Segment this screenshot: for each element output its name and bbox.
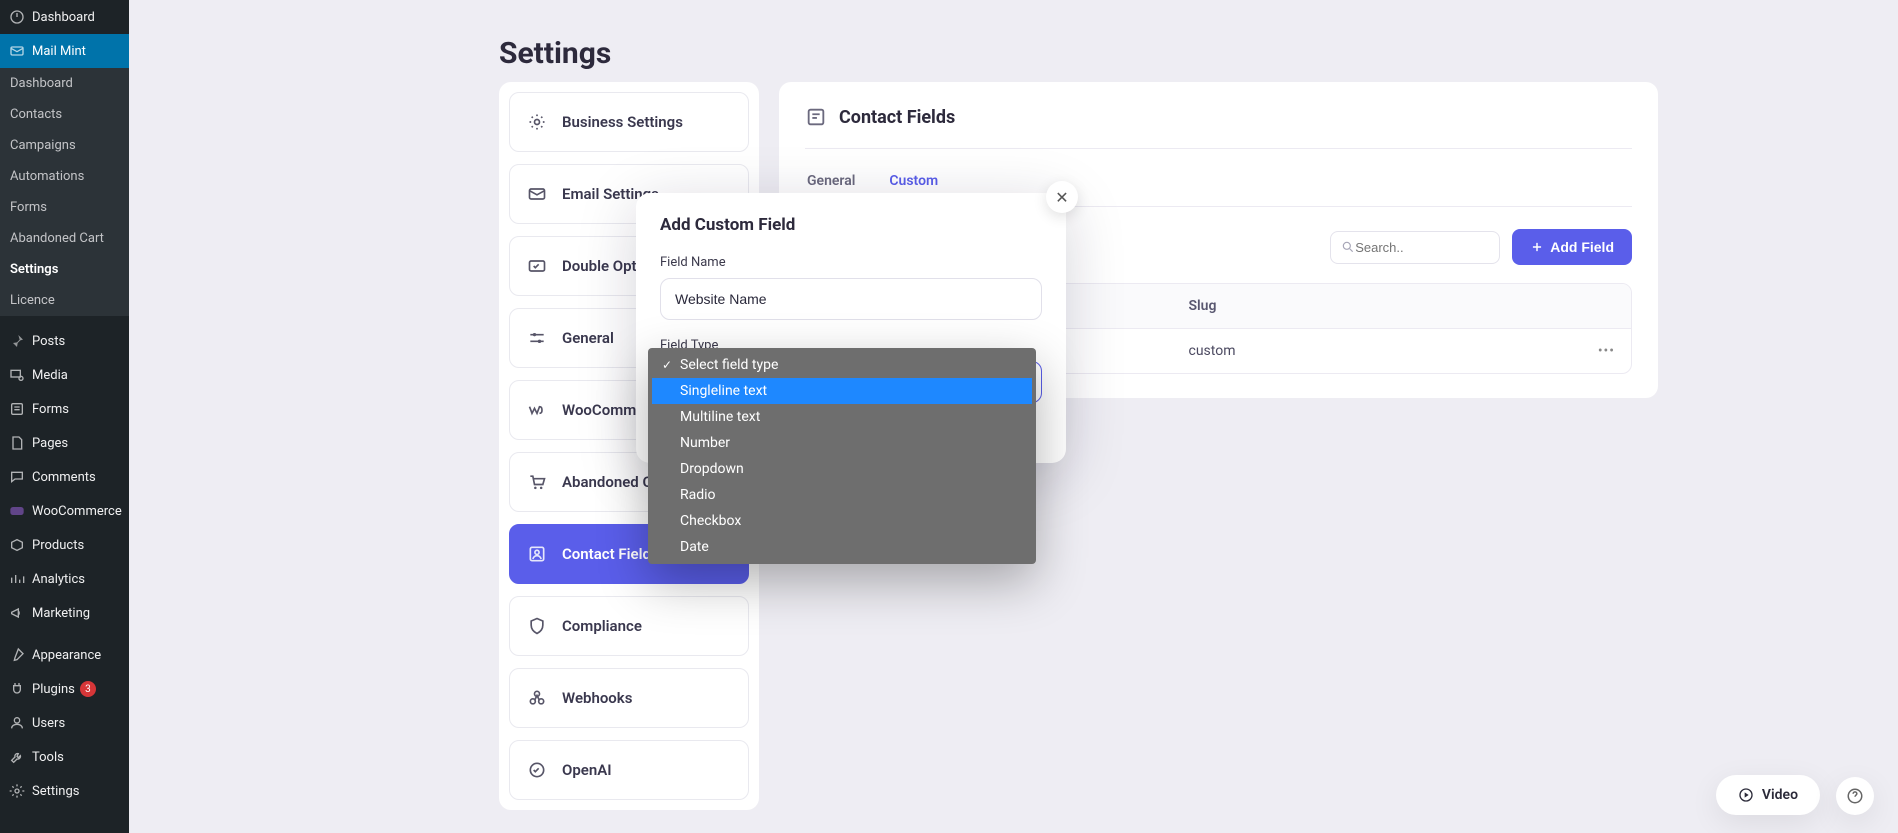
plus-icon — [1530, 240, 1544, 254]
sub-campaigns[interactable]: Campaigns — [0, 130, 129, 161]
sub-automations[interactable]: Automations — [0, 161, 129, 192]
mail-icon — [8, 42, 26, 60]
sidebar-item-pages[interactable]: Pages — [0, 426, 129, 460]
help-button[interactable] — [1836, 777, 1874, 815]
plug-icon — [8, 680, 26, 698]
page-title: Settings — [499, 36, 611, 71]
nav-compliance[interactable]: Compliance — [509, 596, 749, 656]
check-icon: ✓ — [662, 358, 674, 372]
comment-icon — [8, 468, 26, 486]
gear-icon — [526, 111, 548, 133]
close-button[interactable]: ✕ — [1046, 181, 1078, 213]
dashboard-icon — [8, 8, 26, 26]
sub-dashboard[interactable]: Dashboard — [0, 68, 129, 99]
help-icon — [1846, 787, 1864, 805]
webhook-icon — [526, 687, 548, 709]
search-icon — [1341, 240, 1355, 254]
option-checkbox[interactable]: Checkbox — [652, 508, 1032, 534]
user-icon — [8, 714, 26, 732]
woo-icon — [8, 502, 26, 520]
option-number[interactable]: Number — [652, 430, 1032, 456]
sidebar-item-products[interactable]: Products — [0, 528, 129, 562]
field-type-dropdown: ✓ Select field type Singleline text Mult… — [648, 348, 1036, 564]
ai-icon — [526, 759, 548, 781]
sidebar-item-posts[interactable]: Posts — [0, 324, 129, 358]
brush-icon — [8, 646, 26, 664]
cart-icon — [526, 471, 548, 493]
sub-licence[interactable]: Licence — [0, 285, 129, 316]
forms-icon — [8, 400, 26, 418]
mail-check-icon — [526, 255, 548, 277]
sub-forms[interactable]: Forms — [0, 192, 129, 223]
sidebar-item-media[interactable]: Media — [0, 358, 129, 392]
wrench-icon — [8, 748, 26, 766]
contact-fields-icon — [805, 106, 827, 128]
page-icon — [8, 434, 26, 452]
sidebar-item-tools[interactable]: Tools — [0, 740, 129, 774]
play-icon — [1738, 787, 1754, 803]
option-radio[interactable]: Radio — [652, 482, 1032, 508]
col-slug: Slug — [1189, 298, 1556, 314]
sliders-icon — [526, 327, 548, 349]
contact-icon — [526, 543, 548, 565]
mail-icon — [526, 183, 548, 205]
sidebar-item-woo[interactable]: WooCommerce — [0, 494, 129, 528]
sidebar-item-forms2[interactable]: Forms — [0, 392, 129, 426]
nav-business-settings[interactable]: Business Settings — [509, 92, 749, 152]
field-name-input[interactable] — [660, 278, 1042, 320]
nav-webhooks[interactable]: Webhooks — [509, 668, 749, 728]
sidebar-item-appearance[interactable]: Appearance — [0, 638, 129, 672]
sidebar-label: Dashboard — [32, 10, 95, 25]
sidebar-item-mailmint[interactable]: Mail Mint — [0, 34, 129, 68]
box-icon — [8, 536, 26, 554]
woo-icon — [526, 399, 548, 421]
megaphone-icon — [8, 604, 26, 622]
sidebar-label: Mail Mint — [32, 44, 86, 59]
sidebar-item-plugins[interactable]: Plugins 3 — [0, 672, 129, 706]
option-multiline[interactable]: Multiline text — [652, 404, 1032, 430]
sub-settings[interactable]: Settings — [0, 254, 129, 285]
row-actions-icon[interactable]: ••• — [1555, 343, 1615, 359]
sidebar-item-users[interactable]: Users — [0, 706, 129, 740]
sidebar-item-marketing[interactable]: Marketing — [0, 596, 129, 630]
content-header: Contact Fields — [805, 106, 1632, 149]
sub-contacts[interactable]: Contacts — [0, 99, 129, 130]
search-wrap[interactable] — [1330, 231, 1500, 264]
nav-openai[interactable]: OpenAI — [509, 740, 749, 800]
modal-title: Add Custom Field — [660, 215, 1042, 235]
gear-icon — [8, 782, 26, 800]
option-date[interactable]: Date — [652, 534, 1032, 560]
sidebar-item-analytics[interactable]: Analytics — [0, 562, 129, 596]
media-icon — [8, 366, 26, 384]
wp-sidebar: Dashboard Mail Mint Dashboard Contacts C… — [0, 0, 129, 833]
plugin-update-badge: 3 — [80, 681, 96, 697]
add-field-button[interactable]: Add Field — [1512, 229, 1632, 265]
option-dropdown[interactable]: Dropdown — [652, 456, 1032, 482]
chart-icon — [8, 570, 26, 588]
close-icon: ✕ — [1055, 188, 1068, 207]
option-select-type[interactable]: ✓ Select field type — [652, 352, 1032, 378]
pin-icon — [8, 332, 26, 350]
shield-icon — [526, 615, 548, 637]
option-singleline[interactable]: Singleline text — [652, 378, 1032, 404]
row-slug: custom — [1189, 343, 1556, 359]
sidebar-item-dashboard[interactable]: Dashboard — [0, 0, 129, 34]
sidebar-item-settings[interactable]: Settings — [0, 774, 129, 808]
search-input[interactable] — [1355, 240, 1489, 255]
sub-abandoned-cart[interactable]: Abandoned Cart — [0, 223, 129, 254]
sidebar-item-comments[interactable]: Comments — [0, 460, 129, 494]
content-title: Contact Fields — [839, 107, 955, 128]
video-help-button[interactable]: Video — [1716, 775, 1820, 815]
field-name-label: Field Name — [660, 255, 1042, 270]
